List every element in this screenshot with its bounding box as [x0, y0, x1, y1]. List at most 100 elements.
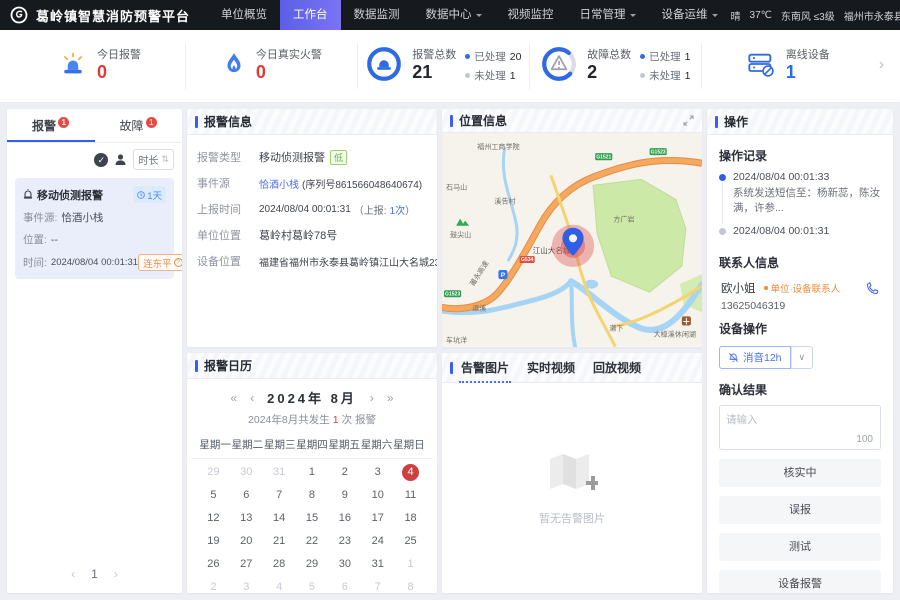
calendar-day[interactable]: 26	[197, 553, 230, 576]
calendar-day[interactable]: 28	[263, 553, 296, 576]
stat-today-fires: 今日真实火警 0	[186, 43, 358, 89]
map-canvas[interactable]: G1521 G1523 G534 G1523 P 福州工商学院 石马山 溪告村 …	[442, 133, 702, 347]
empty-map-icon	[546, 451, 598, 498]
phone-call-icon[interactable]	[866, 282, 879, 295]
assignee-badge[interactable]: 连东平?	[138, 254, 182, 271]
menu-item-workbench[interactable]: 工作台	[280, 0, 341, 30]
mute-button[interactable]: 消音12h	[719, 346, 791, 369]
stat-value: 1	[786, 62, 830, 83]
calendar-day[interactable]: 7	[263, 484, 296, 507]
location-panel: 位置信息	[442, 109, 702, 347]
calendar-day[interactable]: 5	[296, 576, 329, 593]
calendar-day[interactable]: 31	[263, 461, 296, 484]
menu-item-data-center[interactable]: 数据中心	[413, 0, 495, 30]
stats-more-chevron[interactable]: ›	[873, 56, 886, 76]
tab-playback-video[interactable]: 回放视频	[593, 359, 641, 376]
calendar-day[interactable]: 4	[394, 461, 427, 484]
stat-value: 0	[256, 62, 322, 83]
calendar-day[interactable]: 10	[361, 484, 394, 507]
calendar-day[interactable]: 1	[296, 461, 329, 484]
tab-alarm-images[interactable]: 告警图片	[461, 359, 509, 376]
calendar-day[interactable]: 24	[361, 530, 394, 553]
stat-value: 21	[412, 62, 456, 83]
calendar-day[interactable]: 30	[328, 553, 361, 576]
menu-item-video-monitor[interactable]: 视频监控	[495, 0, 567, 30]
calendar-day[interactable]: 11	[394, 484, 427, 507]
current-page[interactable]: 1	[91, 567, 98, 581]
calendar-grid: 2930311234567891011121314151617181920212…	[187, 459, 437, 593]
device-alarm-button[interactable]: 设备报警	[719, 570, 881, 593]
fullscreen-expand-icon[interactable]	[683, 115, 694, 126]
calendar-day[interactable]: 29	[197, 461, 230, 484]
calendar-day[interactable]: 4	[263, 576, 296, 593]
calendar-day[interactable]: 17	[361, 507, 394, 530]
list-pagination: ‹ 1 ›	[7, 555, 182, 593]
next-month-arrow[interactable]: ›	[370, 391, 374, 405]
prev-year-arrow[interactable]: «	[230, 391, 237, 405]
calendar-day[interactable]: 2	[328, 461, 361, 484]
calendar-day[interactable]: 3	[230, 576, 263, 593]
calendar-day[interactable]: 7	[361, 576, 394, 593]
menu-item-daily-mgmt[interactable]: 日常管理	[567, 0, 649, 30]
calendar-day[interactable]: 14	[263, 507, 296, 530]
tab-live-video[interactable]: 实时视频	[527, 359, 575, 376]
menu-item-data-monitor[interactable]: 数据监测	[341, 0, 413, 30]
check-filter-icon[interactable]: ✓	[94, 153, 108, 167]
stat-value: 2	[587, 62, 631, 83]
calendar-nav: « ‹ 2024年 8月 › »	[187, 379, 437, 409]
verifying-button[interactable]: 核实中	[719, 459, 881, 487]
calendar-day[interactable]: 13	[230, 507, 263, 530]
calendar-day[interactable]: 12	[197, 507, 230, 530]
calendar-day[interactable]: 16	[328, 507, 361, 530]
menu-item-unit-overview[interactable]: 单位概览	[208, 0, 280, 30]
question-circle-icon: ?	[174, 258, 182, 267]
calendar-day[interactable]: 27	[230, 553, 263, 576]
calendar-day[interactable]: 3	[361, 461, 394, 484]
calendar-weekday: 星期六	[360, 437, 392, 452]
calendar-day[interactable]: 8	[296, 484, 329, 507]
test-button[interactable]: 测试	[719, 533, 881, 561]
calendar-day[interactable]: 6	[230, 484, 263, 507]
prev-month-arrow[interactable]: ‹	[250, 391, 254, 405]
calendar-day[interactable]: 18	[394, 507, 427, 530]
calendar-day[interactable]: 21	[263, 530, 296, 553]
calendar-day[interactable]: 8	[394, 576, 427, 593]
calendar-day[interactable]: 1	[394, 553, 427, 576]
duration-badge: 1天	[133, 186, 166, 203]
calendar-day[interactable]: 29	[296, 553, 329, 576]
report-time-row: 上报时间 2024/08/04 00:01:31 （上报: 1次 ）	[197, 201, 427, 217]
calendar-day[interactable]: 15	[296, 507, 329, 530]
calendar-day[interactable]: 6	[328, 576, 361, 593]
next-year-arrow[interactable]: »	[387, 391, 394, 405]
duration-sort-select[interactable]: 时长⇅	[133, 149, 174, 170]
alarm-list-item[interactable]: 移动侦测报警 1天 事件源:恰酒小栈 位置:-- 时间: 2024/08/04 …	[15, 178, 174, 279]
person-filter-icon[interactable]	[114, 153, 127, 166]
false-alarm-button[interactable]: 误报	[719, 496, 881, 524]
calendar-day[interactable]: 20	[230, 530, 263, 553]
stat-total-faults: 故障总数 2 已处理1 未处理1	[530, 43, 702, 89]
source-link[interactable]: 恰酒小栈	[259, 176, 299, 191]
calendar-day[interactable]: 31	[361, 553, 394, 576]
weather-temperature: 37℃	[750, 10, 772, 21]
calendar-day[interactable]: 30	[230, 461, 263, 484]
contact-row: 欧小姐 单位·设备联系人	[719, 278, 881, 296]
mute-dropdown-button[interactable]: ∨	[791, 346, 814, 369]
menu-item-device-ops[interactable]: 设备运维	[649, 0, 731, 30]
calendar-day[interactable]: 19	[197, 530, 230, 553]
calendar-day[interactable]: 23	[328, 530, 361, 553]
calendar-day[interactable]: 5	[197, 484, 230, 507]
prev-page-arrow[interactable]: ‹	[71, 567, 75, 581]
alarm-count-badge: 1	[58, 117, 69, 128]
next-page-arrow[interactable]: ›	[114, 567, 118, 581]
calendar-day[interactable]: 25	[394, 530, 427, 553]
map-label-college: 福州工商学院	[477, 142, 519, 151]
calendar-weekdays: 星期一星期二星期三星期四星期五星期六星期日	[191, 433, 433, 459]
calendar-day[interactable]: 9	[328, 484, 361, 507]
record-section-title: 操作记录	[719, 147, 881, 164]
report-count-link[interactable]: 1次	[390, 202, 406, 217]
calendar-weekday: 星期三	[264, 437, 296, 452]
tab-alarm[interactable]: 报警1	[7, 109, 95, 142]
calendar-day[interactable]: 22	[296, 530, 329, 553]
calendar-day[interactable]: 2	[197, 576, 230, 593]
tab-fault[interactable]: 故障1	[95, 109, 183, 142]
